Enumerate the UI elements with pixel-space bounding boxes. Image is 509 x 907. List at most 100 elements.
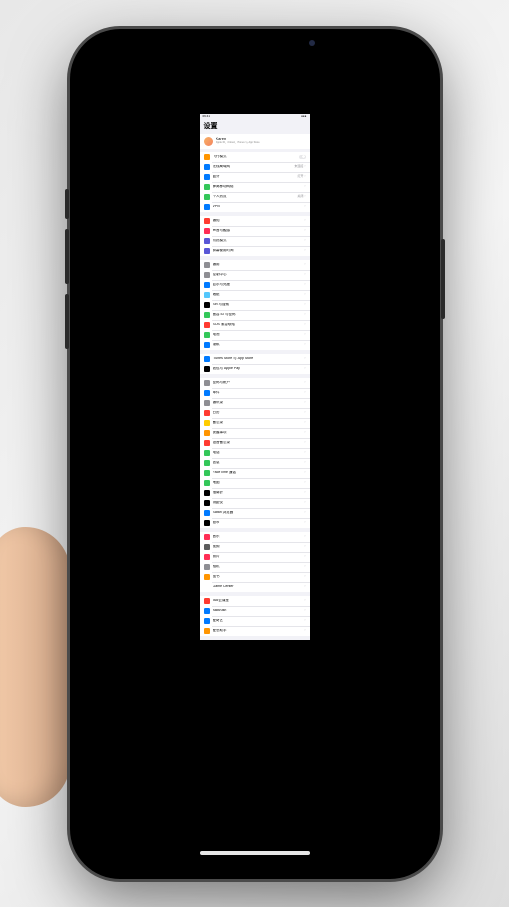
settings-row[interactable]: 爱思助手› [200, 626, 310, 636]
settings-row[interactable]: 指南针› [200, 488, 310, 498]
row-label: 通知 [213, 219, 305, 223]
settings-row[interactable]: 屏幕使用时间› [200, 246, 310, 256]
settings-group: 飞行模式无线局域网未连接›蓝牙打开›蜂窝移动网络›个人热点关闭›VPN› [200, 152, 310, 212]
row-label: Safari 浏览器 [213, 511, 305, 515]
settings-row[interactable]: 365云课堂› [200, 596, 310, 606]
app-icon-1 [204, 598, 210, 604]
settings-row[interactable]: 视频› [200, 542, 310, 552]
settings-row[interactable]: 钱包与 Apple Pay› [200, 364, 310, 374]
settings-row[interactable]: Siri 与搜索› [200, 300, 310, 310]
row-label: 股市 [213, 521, 305, 525]
chevron-right-icon: › [304, 381, 305, 385]
row-label: 音乐 [213, 535, 305, 539]
row-label: 日历 [213, 411, 305, 415]
chevron-right-icon: › [304, 431, 305, 435]
settings-row[interactable]: ABBrush› [200, 606, 310, 616]
chevron-right-icon: › [304, 283, 305, 287]
settings-row[interactable]: Safari 浏览器› [200, 508, 310, 518]
settings-row[interactable]: 无线局域网未连接› [200, 162, 310, 172]
settings-row[interactable]: Game Center› [200, 582, 310, 592]
row-label: 控制中心 [213, 273, 305, 277]
chevron-right-icon: › [304, 229, 305, 233]
settings-row[interactable]: 地图› [200, 478, 310, 488]
music-icon [204, 534, 210, 540]
settings-row[interactable]: 密码与帐户› [200, 378, 310, 388]
chevron-right-icon: › [304, 323, 305, 327]
sound-icon [204, 228, 210, 234]
settings-row[interactable]: 通用› [200, 260, 310, 270]
control-center-icon [204, 272, 210, 278]
settings-row[interactable]: 声音与触感› [200, 226, 310, 236]
row-label: 勿扰模式 [213, 239, 305, 243]
settings-row[interactable]: 控制中心› [200, 270, 310, 280]
gamecenter-icon [204, 584, 210, 590]
chevron-right-icon: › [304, 195, 305, 199]
chevron-right-icon: › [304, 451, 305, 455]
chevron-right-icon: › [304, 205, 305, 209]
chevron-right-icon: › [304, 599, 305, 603]
settings-row[interactable]: 飞行模式 [200, 152, 310, 162]
settings-row[interactable]: 通知› [200, 216, 310, 226]
settings-row[interactable]: 面容 ID 与密码› [200, 310, 310, 320]
chevron-right-icon: › [304, 263, 305, 267]
settings-row[interactable]: 墙纸› [200, 290, 310, 300]
settings-row[interactable]: 日历› [200, 408, 310, 418]
mute-switch [65, 189, 69, 219]
settings-row[interactable]: 蓝牙打开› [200, 172, 310, 182]
chevron-right-icon: › [304, 545, 305, 549]
settings-row[interactable]: 照片› [200, 552, 310, 562]
chevron-right-icon: › [304, 565, 305, 569]
faceid-icon [204, 312, 210, 318]
settings-row[interactable]: 图书› [200, 572, 310, 582]
settings-row[interactable]: 语音备忘录› [200, 438, 310, 448]
settings-row[interactable]: 股市› [200, 518, 310, 528]
home-indicator[interactable] [200, 851, 310, 855]
settings-row[interactable]: 信息› [200, 458, 310, 468]
settings-row[interactable]: 隐私› [200, 340, 310, 350]
settings-row[interactable]: 勿扰模式› [200, 236, 310, 246]
settings-row[interactable]: VPN› [200, 202, 310, 212]
row-value: 打开 [297, 175, 303, 178]
chevron-right-icon: › [304, 555, 305, 559]
row-label: 通用 [213, 263, 305, 267]
row-label: 通讯录 [213, 401, 305, 405]
chevron-right-icon: › [304, 421, 305, 425]
chevron-right-icon: › [304, 629, 305, 633]
settings-group: iTunes Store 与 App Store›钱包与 Apple Pay› [200, 354, 310, 374]
phone-screen: 09:41 ●●● 设置 Karen Apple ID、iCloud、iTune… [79, 44, 431, 864]
chevron-right-icon: › [304, 303, 305, 307]
row-label: 密码与帐户 [213, 381, 305, 385]
settings-row[interactable]: 邮件› [200, 388, 310, 398]
settings-row[interactable]: 测距仪› [200, 498, 310, 508]
settings-row[interactable]: 显示与亮度› [200, 280, 310, 290]
settings-row[interactable]: 备忘录› [200, 418, 310, 428]
settings-row[interactable]: 电池› [200, 330, 310, 340]
settings-row[interactable]: FaceTime 通话› [200, 468, 310, 478]
toggle-switch[interactable] [299, 155, 306, 159]
messages-icon [204, 460, 210, 466]
wifi-icon [204, 164, 210, 170]
settings-row[interactable]: 电话› [200, 448, 310, 458]
settings-row[interactable]: iTunes Store 与 App Store› [200, 354, 310, 364]
row-label: 电池 [213, 333, 305, 337]
settings-row[interactable]: 音乐› [200, 532, 310, 542]
settings-row[interactable]: 提醒事项› [200, 428, 310, 438]
vpn-icon [204, 204, 210, 210]
books-icon [204, 574, 210, 580]
app-icon-4 [204, 628, 210, 634]
row-label: 语音备忘录 [213, 441, 305, 445]
settings-row[interactable]: 蜂窝移动网络› [200, 182, 310, 192]
calendar-icon [204, 410, 210, 416]
hand-thumb [0, 527, 70, 807]
row-label: 地图 [213, 481, 305, 485]
facetime-icon [204, 470, 210, 476]
settings-row[interactable]: SOS 紧急联络› [200, 320, 310, 330]
row-label: 面容 ID 与密码 [213, 313, 305, 317]
settings-row[interactable]: 爱奇艺› [200, 616, 310, 626]
settings-row[interactable]: 个人热点关闭› [200, 192, 310, 202]
safari-icon [204, 510, 210, 516]
apple-id-row[interactable]: Karen Apple ID、iCloud、iTunes 与 App Store [200, 134, 310, 149]
settings-row[interactable]: 相机› [200, 562, 310, 572]
general-icon [204, 262, 210, 268]
settings-row[interactable]: 通讯录› [200, 398, 310, 408]
